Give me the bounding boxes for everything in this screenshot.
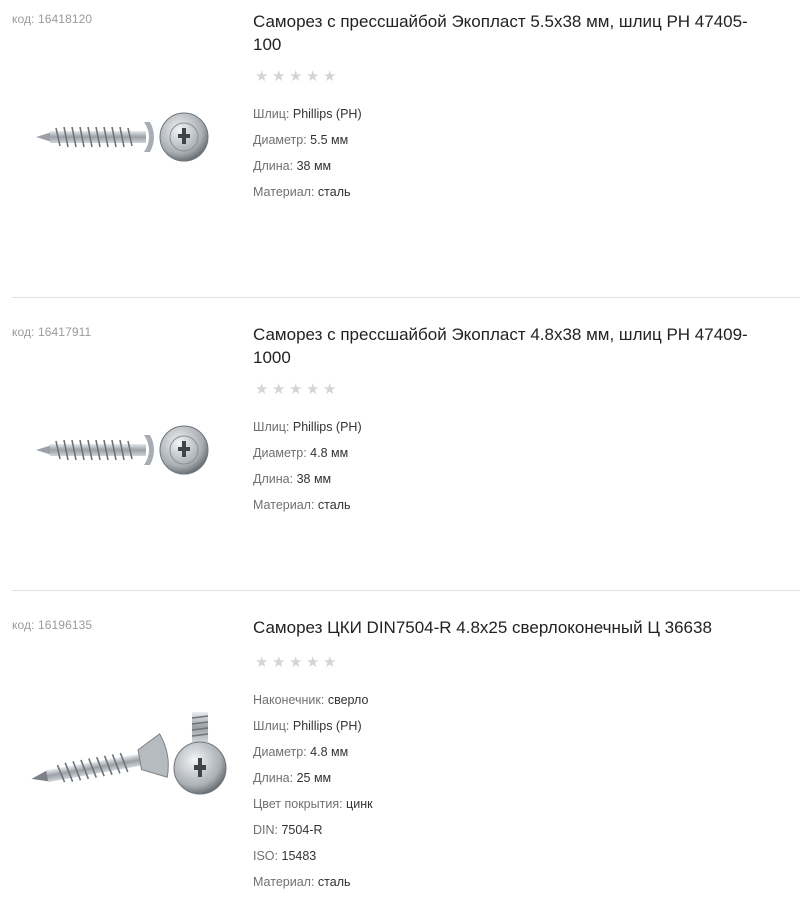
star-icon[interactable]: ★: [255, 382, 269, 397]
rating-stars[interactable]: ★ ★ ★ ★ ★: [255, 382, 337, 397]
star-icon[interactable]: ★: [272, 382, 286, 397]
product-card: код: 16418120 Саморез с прессшайбой Экоп…: [0, 10, 800, 290]
product-code-label: код:: [12, 12, 35, 26]
spec-key: Материал:: [253, 498, 315, 512]
spec-key: ISO:: [253, 849, 279, 863]
spec-key: Материал:: [253, 875, 315, 889]
star-icon[interactable]: ★: [306, 655, 320, 670]
spec-key: Длина:: [253, 472, 294, 486]
spec-key: Длина:: [253, 771, 294, 785]
screw-image: [31, 712, 227, 795]
star-icon[interactable]: ★: [289, 382, 303, 397]
spec-key: Диаметр:: [253, 133, 307, 147]
spec-row: Материал: сталь: [253, 492, 362, 518]
product-title[interactable]: Саморез с прессшайбой Экопласт 4.8x38 мм…: [253, 323, 773, 369]
spec-key: DIN:: [253, 823, 278, 837]
spec-value: Phillips (PH): [292, 420, 362, 434]
star-icon[interactable]: ★: [323, 655, 337, 670]
spec-value: сталь: [317, 185, 351, 199]
product-code: код: 16417911: [12, 325, 91, 339]
product-card: код: 16196135 Саморез ЦКИ DIN7504-R 4.8x…: [0, 616, 800, 904]
spec-row: Диаметр: 4.8 мм: [253, 739, 373, 765]
star-icon[interactable]: ★: [306, 382, 320, 397]
product-card: код: 16417911 Саморез с прессшайбой Экоп…: [0, 323, 800, 583]
spec-row: Диаметр: 4.8 мм: [253, 440, 362, 466]
spec-value: 38 мм: [296, 472, 332, 486]
product-divider: [12, 297, 800, 298]
spec-row: Шлиц: Phillips (PH): [253, 414, 362, 440]
star-icon[interactable]: ★: [323, 382, 337, 397]
product-code-label: код:: [12, 618, 35, 632]
product-divider: [12, 590, 800, 591]
spec-row: Длина: 38 мм: [253, 153, 362, 179]
product-code: код: 16196135: [12, 618, 92, 632]
screw-image: [36, 112, 209, 162]
spec-row: Длина: 25 мм: [253, 765, 373, 791]
spec-value: 4.8 мм: [310, 745, 349, 759]
product-code-label: код:: [12, 325, 35, 339]
screw-image: [36, 425, 209, 475]
product-title[interactable]: Саморез ЦКИ DIN7504-R 4.8x25 сверлоконеч…: [253, 616, 773, 639]
product-code-value: 16417911: [37, 325, 92, 339]
spec-row: Шлиц: Phillips (PH): [253, 101, 362, 127]
spec-value: сталь: [317, 875, 351, 889]
spec-key: Шлиц:: [253, 107, 290, 121]
spec-value: 15483: [281, 849, 317, 863]
spec-value: Phillips (PH): [292, 107, 362, 121]
product-specs: Наконечник: сверло Шлиц: Phillips (PH) Д…: [253, 687, 373, 895]
spec-key: Наконечник:: [253, 693, 325, 707]
star-icon[interactable]: ★: [255, 69, 269, 84]
star-icon[interactable]: ★: [289, 69, 303, 84]
star-icon[interactable]: ★: [255, 655, 269, 670]
spec-row: Цвет покрытия: цинк: [253, 791, 373, 817]
spec-value: 25 мм: [296, 771, 332, 785]
spec-value: 38 мм: [296, 159, 332, 173]
star-icon[interactable]: ★: [306, 69, 320, 84]
star-icon[interactable]: ★: [323, 69, 337, 84]
spec-key: Диаметр:: [253, 446, 307, 460]
spec-value: Phillips (PH): [292, 719, 362, 733]
spec-value: 4.8 мм: [310, 446, 349, 460]
spec-value: сталь: [317, 498, 351, 512]
spec-key: Длина:: [253, 159, 294, 173]
spec-key: Шлиц:: [253, 420, 290, 434]
product-image[interactable]: [22, 86, 222, 196]
spec-row: Длина: 38 мм: [253, 466, 362, 492]
product-specs: Шлиц: Phillips (PH) Диаметр: 4.8 мм Длин…: [253, 414, 362, 518]
star-icon[interactable]: ★: [289, 655, 303, 670]
product-code-value: 16418120: [37, 12, 93, 26]
spec-row: ISO: 15483: [253, 843, 373, 869]
product-title[interactable]: Саморез с прессшайбой Экопласт 5.5x38 мм…: [253, 10, 773, 56]
spec-row: Диаметр: 5.5 мм: [253, 127, 362, 153]
spec-value: цинк: [346, 797, 373, 811]
spec-row: Наконечник: сверло: [253, 687, 373, 713]
spec-value: сверло: [327, 693, 369, 707]
spec-key: Шлиц:: [253, 719, 290, 733]
spec-key: Диаметр:: [253, 745, 307, 759]
spec-key: Цвет покрытия:: [253, 797, 343, 811]
product-code: код: 16418120: [12, 12, 92, 26]
spec-row: Шлиц: Phillips (PH): [253, 713, 373, 739]
rating-stars[interactable]: ★ ★ ★ ★ ★: [255, 655, 337, 670]
spec-row: Материал: сталь: [253, 179, 362, 205]
spec-row: Материал: сталь: [253, 869, 373, 895]
rating-stars[interactable]: ★ ★ ★ ★ ★: [255, 69, 337, 84]
spec-key: Материал:: [253, 185, 315, 199]
spec-value: 5.5 мм: [310, 133, 349, 147]
spec-row: DIN: 7504-R: [253, 817, 373, 843]
product-image[interactable]: [14, 704, 234, 814]
product-code-value: 16196135: [37, 618, 93, 632]
product-specs: Шлиц: Phillips (PH) Диаметр: 5.5 мм Длин…: [253, 101, 362, 205]
spec-value: 7504-R: [281, 823, 323, 837]
product-image[interactable]: [22, 399, 222, 509]
star-icon[interactable]: ★: [272, 69, 286, 84]
star-icon[interactable]: ★: [272, 655, 286, 670]
